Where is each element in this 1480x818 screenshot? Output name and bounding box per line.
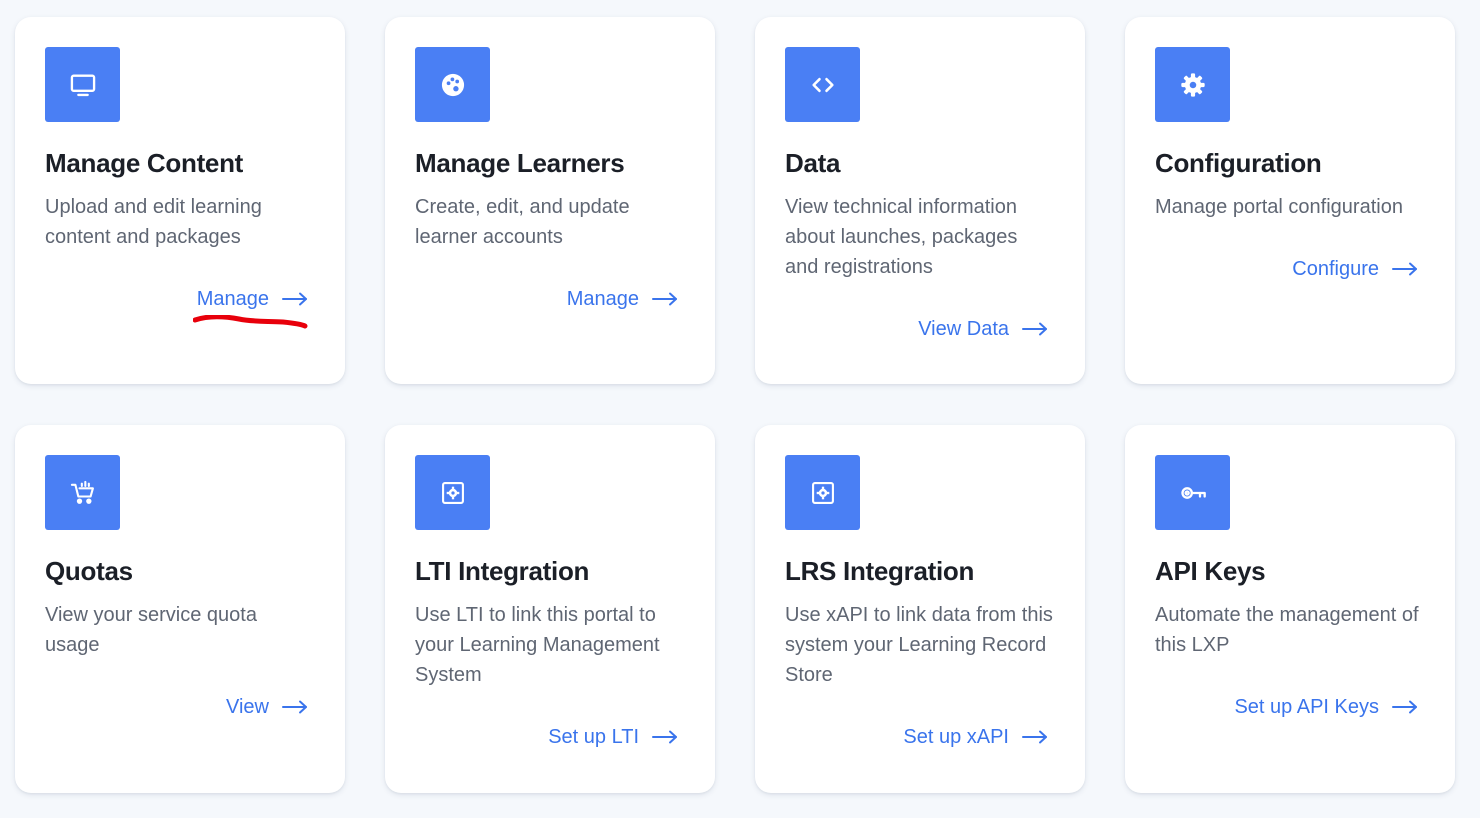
link-label: Manage <box>196 288 269 310</box>
arrow-right-icon <box>282 292 307 306</box>
card-description: Upload and edit learning content and pac… <box>45 196 262 248</box>
link-label: View <box>226 696 269 718</box>
manage-content-link[interactable]: Manage <box>45 284 315 314</box>
card-title: LTI Integration <box>415 556 590 586</box>
card-title: Quotas <box>45 556 133 586</box>
setup-api-keys-link[interactable]: Set up API Keys <box>1155 692 1425 722</box>
card-configuration: Configuration Manage portal configuratio… <box>1125 17 1455 384</box>
setup-xapi-link[interactable]: Set up xAPI <box>785 722 1055 752</box>
arrow-right-icon <box>282 700 307 714</box>
card-manage-learners: Manage Learners Create, edit, and update… <box>385 17 715 384</box>
link-label: Manage <box>566 288 639 310</box>
monitor-icon <box>45 47 120 122</box>
card-title: Manage Content <box>45 148 244 178</box>
gear-icon <box>1155 47 1230 122</box>
card-data: Data View technical information about la… <box>755 17 1085 384</box>
card-title: API Keys <box>1155 556 1266 586</box>
view-quotas-link[interactable]: View <box>45 692 315 722</box>
arrow-right-icon <box>1392 700 1417 714</box>
configure-link[interactable]: Configure <box>1155 254 1425 284</box>
link-label: Set up xAPI <box>903 726 1009 748</box>
card-lrs-integration: LRS Integration Use xAPI to link data fr… <box>755 425 1085 793</box>
view-data-link[interactable]: View Data <box>785 314 1055 344</box>
manage-learners-link[interactable]: Manage <box>415 284 685 314</box>
arrow-right-icon <box>652 292 677 306</box>
dashboard-grid: Manage Content Upload and edit learning … <box>15 17 1455 793</box>
setup-lti-link[interactable]: Set up LTI <box>415 722 685 752</box>
key-icon <box>1155 455 1230 530</box>
card-title: LRS Integration <box>785 556 975 586</box>
card-title: Data <box>785 148 841 178</box>
link-label: Set up LTI <box>548 726 639 748</box>
card-quotas: Quotas View your service quota usage Vie… <box>15 425 345 793</box>
arrow-right-icon <box>1022 322 1047 336</box>
card-title: Configuration <box>1155 148 1322 178</box>
arrow-right-icon <box>1392 262 1417 276</box>
cart-icon <box>45 455 120 530</box>
card-description: Use LTI to link this portal to your Lear… <box>415 604 660 686</box>
red-underline-annotation <box>193 315 308 329</box>
gear-square-icon <box>415 455 490 530</box>
card-description: Automate the management of this LXP <box>1155 604 1419 656</box>
arrow-right-icon <box>652 730 677 744</box>
card-description: View technical information about launche… <box>785 196 1018 278</box>
card-description: Manage portal configuration <box>1155 196 1403 218</box>
gear-square-icon <box>785 455 860 530</box>
code-icon <box>785 47 860 122</box>
card-description: View your service quota usage <box>45 604 257 656</box>
card-description: Create, edit, and update learner account… <box>415 196 630 248</box>
link-label: Set up API Keys <box>1234 696 1379 718</box>
link-label: Configure <box>1292 258 1379 280</box>
card-description: Use xAPI to link data from this system y… <box>785 604 1053 686</box>
card-lti-integration: LTI Integration Use LTI to link this por… <box>385 425 715 793</box>
palette-icon <box>415 47 490 122</box>
arrow-right-icon <box>1022 730 1047 744</box>
link-label: View Data <box>918 318 1009 340</box>
card-api-keys: API Keys Automate the management of this… <box>1125 425 1455 793</box>
card-manage-content: Manage Content Upload and edit learning … <box>15 17 345 384</box>
card-title: Manage Learners <box>415 148 625 178</box>
